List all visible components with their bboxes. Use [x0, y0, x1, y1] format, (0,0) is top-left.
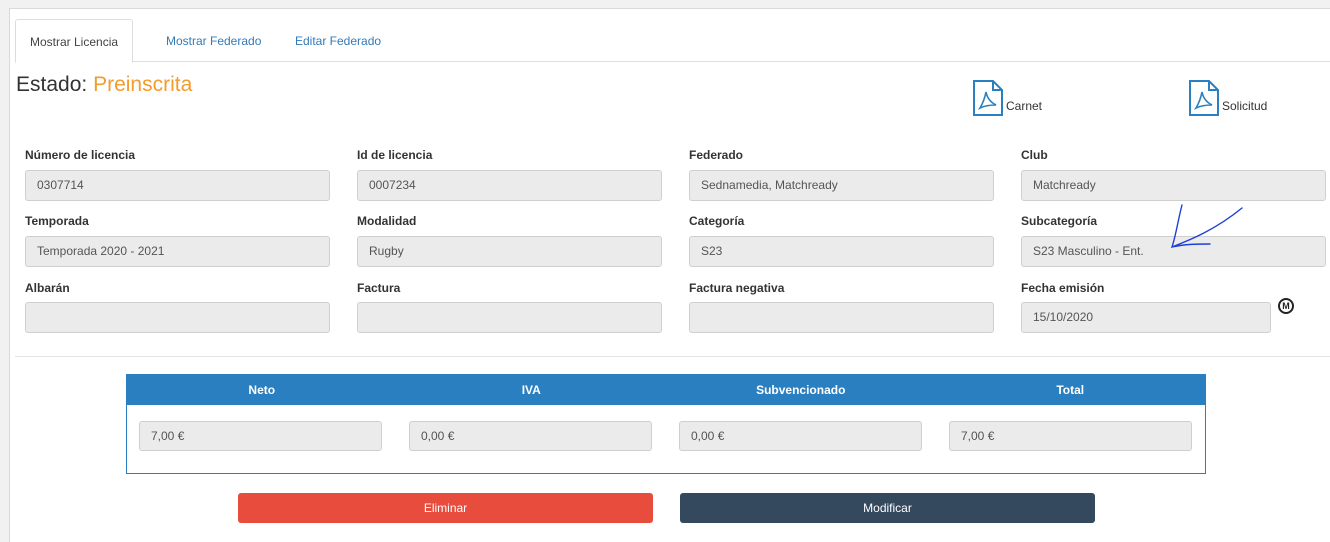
tab-bar: Mostrar Licencia Mostrar Federado Editar…: [15, 19, 1330, 63]
header-total: Total: [1056, 383, 1085, 397]
estado-label: Estado:: [16, 73, 94, 96]
categoria-label: Categoría: [689, 214, 745, 228]
pdf-icon: [1187, 79, 1221, 117]
amounts-header: Neto IVA Subvencionado Total: [127, 375, 1205, 405]
factura-field[interactable]: [357, 302, 662, 333]
modalidad-field[interactable]: Rugby: [357, 236, 662, 267]
id-licencia-field[interactable]: 0007234: [357, 170, 662, 201]
header-iva: IVA: [521, 383, 541, 397]
eliminar-button[interactable]: Eliminar: [238, 493, 653, 523]
estado-value: Preinscrita: [93, 73, 193, 96]
estado-heading: Estado: Preinscrita: [16, 73, 192, 97]
iva-field[interactable]: 0,00 €: [409, 421, 652, 451]
tab-mostrar-licencia[interactable]: Mostrar Licencia: [15, 19, 134, 63]
factura-label: Factura: [357, 281, 401, 295]
pdf-icon: [971, 79, 1005, 117]
modificar-button[interactable]: Modificar: [680, 493, 1095, 523]
m-circle-icon[interactable]: M: [1278, 298, 1294, 314]
albaran-label: Albarán: [25, 281, 70, 295]
federado-field[interactable]: Sednamedia, Matchready: [689, 170, 994, 201]
numero-licencia-field[interactable]: 0307714: [25, 170, 330, 201]
subcategoria-label: Subcategoría: [1021, 214, 1098, 228]
total-field[interactable]: 7,00 €: [949, 421, 1192, 451]
club-label: Club: [1021, 148, 1048, 162]
temporada-label: Temporada: [25, 214, 89, 228]
fecha-emision-field[interactable]: 15/10/2020: [1021, 302, 1271, 333]
tab-mostrar-federado[interactable]: Mostrar Federado: [152, 19, 275, 63]
federado-label: Federado: [689, 148, 744, 162]
numero-licencia-label: Número de licencia: [25, 148, 136, 162]
fecha-emision-label: Fecha emisión: [1021, 281, 1105, 295]
neto-field[interactable]: 7,00 €: [139, 421, 382, 451]
subvencionado-field[interactable]: 0,00 €: [679, 421, 922, 451]
carnet-link[interactable]: Carnet: [971, 77, 1042, 117]
factura-negativa-field[interactable]: [689, 302, 994, 333]
handwritten-scribble-icon: [1170, 204, 1243, 249]
temporada-field[interactable]: Temporada 2020 - 2021: [25, 236, 330, 267]
albaran-field[interactable]: [25, 302, 330, 333]
modalidad-label: Modalidad: [357, 214, 417, 228]
carnet-label: Carnet: [1006, 99, 1043, 113]
section-divider: [15, 356, 1330, 357]
club-field[interactable]: Matchready: [1021, 170, 1326, 201]
header-subvencionado: Subvencionado: [756, 383, 846, 397]
tab-editar-federado[interactable]: Editar Federado: [281, 19, 395, 63]
header-neto: Neto: [248, 383, 276, 397]
solicitud-link[interactable]: Solicitud: [1187, 77, 1267, 117]
categoria-field[interactable]: S23: [689, 236, 994, 267]
id-licencia-label: Id de licencia: [357, 148, 433, 162]
factura-negativa-label: Factura negativa: [689, 281, 785, 295]
solicitud-label: Solicitud: [1222, 99, 1268, 113]
